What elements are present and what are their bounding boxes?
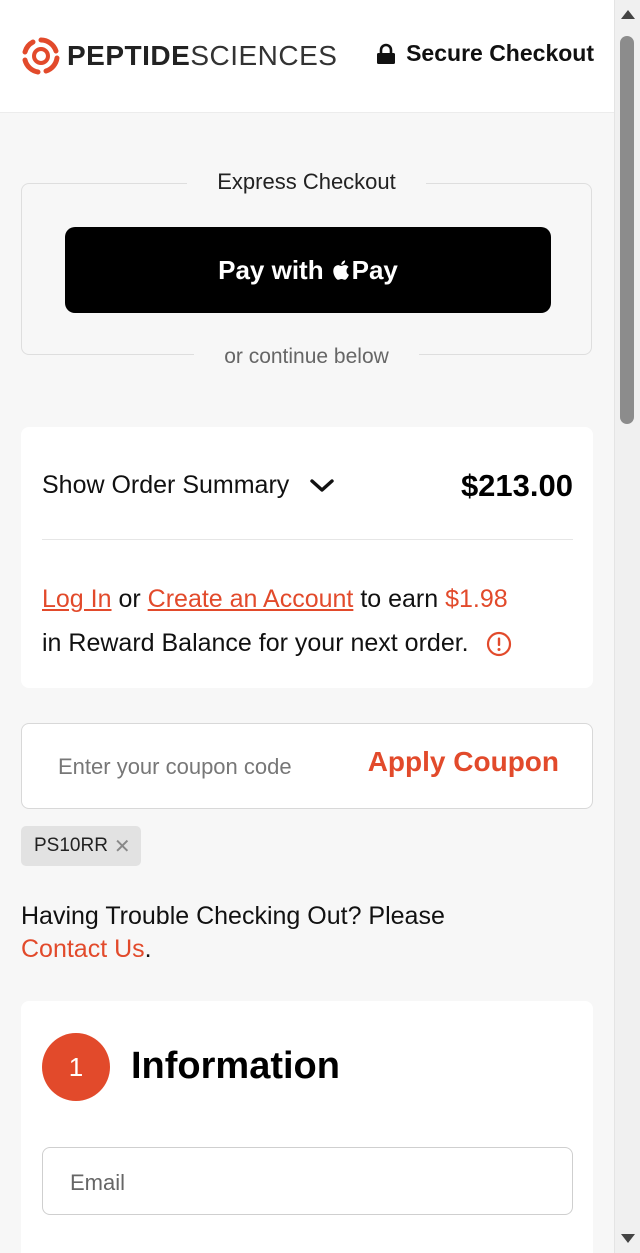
apple-pay-button[interactable]: Pay with Pay [65, 227, 551, 313]
brand-name-bold: PEPTIDE [67, 40, 191, 71]
lock-icon [377, 43, 396, 64]
express-checkout-box: Express Checkout Pay with Pay or continu… [21, 169, 592, 368]
apple-icon [332, 260, 349, 280]
express-checkout-heading: Express Checkout [22, 169, 591, 195]
email-field [42, 1147, 573, 1215]
order-summary-card: Show Order Summary $213.00 Log In or Cre… [21, 427, 593, 688]
continue-below-label: or continue below [194, 345, 419, 368]
reward-to-earn-text: to earn [360, 585, 439, 613]
coupon-code-input[interactable] [56, 748, 340, 786]
create-account-link[interactable]: Create an Account [148, 585, 354, 613]
close-icon[interactable]: ✕ [114, 834, 131, 859]
step-number-badge: 1 [42, 1033, 110, 1101]
summary-divider [42, 539, 573, 540]
reward-or-text: or [118, 585, 141, 613]
apple-pay-suffix: Pay [351, 254, 398, 285]
secure-checkout-label: Secure Checkout [376, 40, 594, 67]
information-section: 1 Information [21, 1001, 593, 1253]
scrollbar-thumb[interactable] [620, 36, 634, 424]
brand-logo[interactable]: PEPTIDESCIENCES [21, 36, 337, 76]
order-total: $213.00 [460, 468, 573, 503]
header: PEPTIDESCIENCES Secure Checkout [0, 0, 614, 113]
reward-message: Log In or Create an Account to earn $1.9… [42, 577, 572, 665]
chevron-down-icon [310, 478, 334, 492]
checkout-page: PEPTIDESCIENCES Secure Checkout Express … [0, 0, 614, 1253]
continue-below-divider: or continue below [22, 345, 591, 369]
apply-coupon-button[interactable]: Apply Coupon [368, 746, 559, 778]
applied-coupon-tag: PS10RR ✕ [21, 826, 141, 866]
vertical-scrollbar[interactable] [614, 0, 640, 1253]
reward-amount: $1.98 [445, 585, 508, 613]
apple-pay-prefix: Pay with [218, 254, 324, 285]
scroll-up-arrow-icon[interactable] [621, 10, 635, 19]
peptide-sciences-logo-icon [22, 37, 60, 75]
information-title: Information [131, 1045, 340, 1087]
help-message: Having Trouble Checking Out? Please Cont… [21, 900, 581, 966]
reward-rest-text: in Reward Balance for your next order. [42, 629, 469, 657]
show-order-summary-label: Show Order Summary [42, 471, 290, 499]
help-period: . [144, 935, 152, 963]
applied-coupon-code: PS10RR [34, 835, 108, 856]
info-circle-icon[interactable] [486, 631, 512, 657]
help-text: Having Trouble Checking Out? Please [21, 902, 445, 930]
brand-name: PEPTIDESCIENCES [67, 40, 337, 72]
email-input[interactable] [68, 1164, 552, 1202]
show-order-summary-toggle[interactable]: Show Order Summary [42, 471, 335, 500]
secure-checkout-text: Secure Checkout [406, 40, 594, 66]
scroll-down-arrow-icon[interactable] [621, 1234, 635, 1243]
coupon-box: Apply Coupon [21, 723, 593, 809]
brand-name-light: SCIENCES [190, 40, 338, 71]
express-checkout-title: Express Checkout [187, 169, 426, 194]
log-in-link[interactable]: Log In [42, 585, 112, 613]
contact-us-link[interactable]: Contact Us [21, 935, 145, 963]
